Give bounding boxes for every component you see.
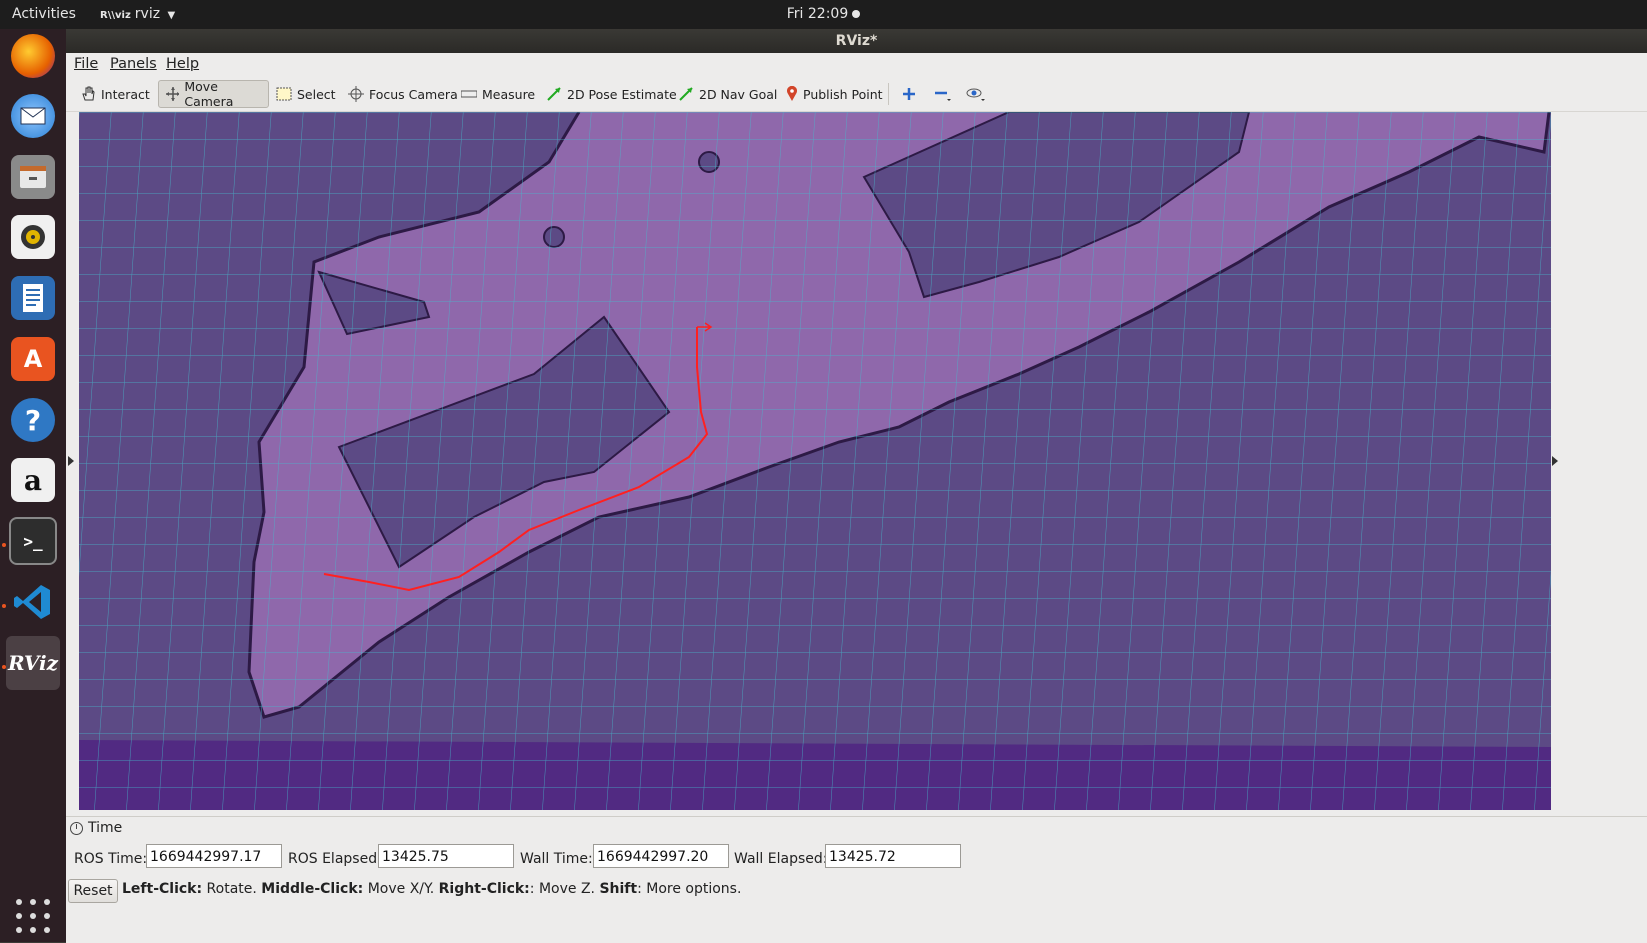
window-title: RViz* <box>66 29 1647 53</box>
time-panel-title: Time <box>88 820 123 836</box>
store-icon: A <box>11 337 55 381</box>
green-arrow-icon <box>679 87 693 101</box>
terminal-icon: >_ <box>9 517 57 565</box>
ros-elapsed-field[interactable]: 13425.75 <box>378 844 514 868</box>
tool-properties-button[interactable] <box>960 80 997 108</box>
add-tool-button[interactable] <box>896 80 927 108</box>
minus-icon <box>935 91 951 101</box>
middle-click-key: Middle-Click: <box>261 881 364 897</box>
dock-help[interactable]: ? <box>6 393 60 447</box>
dock-files[interactable] <box>6 150 60 204</box>
focus-camera-label: Focus Camera <box>369 86 458 102</box>
collapse-left-panel-icon[interactable] <box>68 456 74 466</box>
rviz-window: RViz* File Panels Help Interact Move Cam… <box>66 29 1647 943</box>
grid-overlay <box>79 112 1551 810</box>
dock-terminal[interactable]: >_ <box>6 514 60 568</box>
speaker-icon <box>11 215 55 259</box>
focus-camera-tool-button[interactable]: Focus Camera <box>342 80 464 108</box>
wall-time-label: Wall Time: <box>520 851 593 867</box>
measure-tool-button[interactable]: Measure <box>455 80 541 108</box>
map-canvas[interactable] <box>79 112 1551 810</box>
toolbar: Interact Move Camera Select Focus Camera… <box>66 77 1647 112</box>
eye-icon <box>966 88 985 101</box>
select-label: Select <box>297 86 336 102</box>
amazon-icon: a <box>11 458 55 502</box>
dock: A ? a >_ RViz <box>0 29 66 942</box>
show-applications-icon[interactable] <box>16 899 50 933</box>
time-panel: Time ROS Time: 1669442997.17 ROS Elapsed… <box>66 816 1647 943</box>
mail-icon <box>11 94 55 138</box>
dock-firefox[interactable] <box>6 29 60 83</box>
wall-time-field[interactable]: 1669442997.20 <box>593 844 729 868</box>
focus-camera-icon <box>348 86 364 102</box>
document-icon <box>11 276 55 320</box>
left-click-action: Rotate. <box>202 881 262 897</box>
green-arrow-icon <box>547 87 561 101</box>
dock-amazon[interactable]: a <box>6 453 60 507</box>
files-icon <box>11 155 55 199</box>
middle-click-action: Move X/Y. <box>363 881 439 897</box>
shift-key: Shift <box>599 881 638 897</box>
top-bar: Activities R\\viz rviz ▼ Fri 22:09 <box>0 0 1647 29</box>
help-icon: ? <box>11 398 55 442</box>
plus-icon <box>903 88 915 100</box>
publish-point-tool-button[interactable]: Publish Point <box>780 80 889 108</box>
mouse-help-text: Left-Click: Rotate. Middle-Click: Move X… <box>122 881 741 897</box>
ros-elapsed-label: ROS Elapsed: <box>288 851 382 867</box>
dock-writer[interactable] <box>6 271 60 325</box>
dock-vscode[interactable] <box>6 575 60 629</box>
right-click-key: Right-Click: <box>438 881 530 897</box>
move-camera-tool-button[interactable]: Move Camera <box>158 79 269 109</box>
nav-goal-label: 2D Nav Goal <box>699 86 778 102</box>
publish-point-label: Publish Point <box>803 86 883 102</box>
pose-estimate-label: 2D Pose Estimate <box>567 86 677 102</box>
reset-button[interactable]: Reset <box>68 879 118 903</box>
map-pin-icon <box>787 86 797 101</box>
vscode-icon <box>11 580 55 624</box>
remove-tool-button[interactable] <box>928 80 963 108</box>
left-click-key: Left-Click: <box>122 881 203 897</box>
shift-action: : More options. <box>637 881 742 897</box>
time-panel-header: Time <box>66 819 1647 839</box>
dock-rhythmbox[interactable] <box>6 210 60 264</box>
clock-label: Fri 22:09 <box>786 6 849 22</box>
rviz-icon: RViz <box>7 651 59 675</box>
move-camera-icon <box>166 87 180 101</box>
wall-elapsed-field[interactable]: 13425.72 <box>825 844 961 868</box>
dock-rviz[interactable]: RViz <box>6 636 60 690</box>
menu-file[interactable]: File <box>74 56 98 72</box>
interact-tool-button[interactable]: Interact <box>74 80 156 108</box>
interact-label: Interact <box>101 86 150 102</box>
wall-elapsed-label: Wall Elapsed: <box>734 851 828 867</box>
menu-bar: File Panels Help <box>66 53 1647 77</box>
pose-estimate-tool-button[interactable]: 2D Pose Estimate <box>540 80 683 108</box>
measure-label: Measure <box>482 86 536 102</box>
firefox-icon <box>11 34 55 78</box>
clock[interactable]: Fri 22:09 <box>0 6 1647 22</box>
render-viewport[interactable] <box>79 112 1551 810</box>
nav-goal-tool-button[interactable]: 2D Nav Goal <box>672 80 783 108</box>
toolbar-separator <box>888 83 889 105</box>
dock-thunderbird[interactable] <box>6 89 60 143</box>
menu-help[interactable]: Help <box>166 56 199 72</box>
collapse-right-panel-icon[interactable] <box>1552 456 1558 466</box>
move-camera-label: Move Camera <box>184 79 234 109</box>
ros-time-label: ROS Time: <box>74 851 148 867</box>
right-click-action: : Move Z. <box>529 881 600 897</box>
clock-icon <box>70 822 83 835</box>
hand-icon <box>82 86 95 101</box>
menu-panels[interactable]: Panels <box>110 56 157 72</box>
select-tool-button[interactable]: Select <box>270 80 342 108</box>
dock-software[interactable]: A <box>6 332 60 386</box>
notification-dot-icon <box>852 10 861 18</box>
ruler-icon <box>461 90 477 98</box>
select-icon <box>276 87 292 101</box>
ros-time-field[interactable]: 1669442997.17 <box>146 844 282 868</box>
